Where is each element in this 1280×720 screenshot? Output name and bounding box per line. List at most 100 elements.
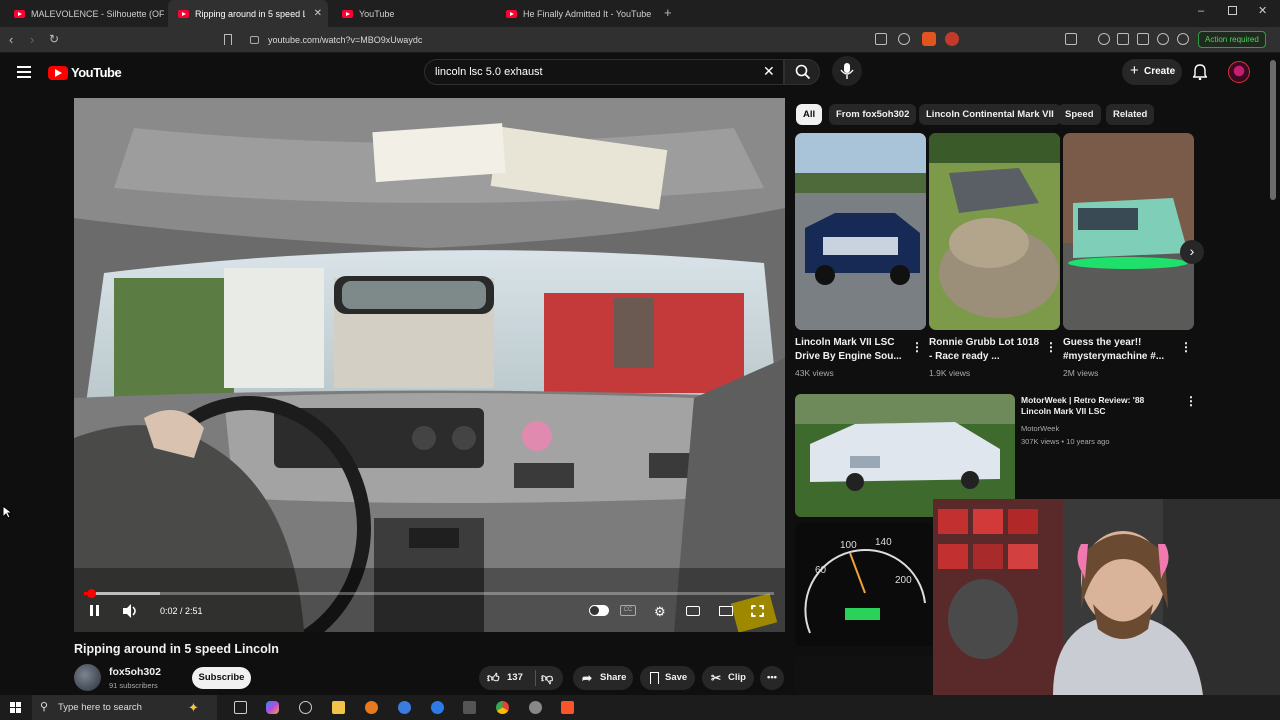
short-thumbnail-image	[795, 133, 926, 330]
browser-tab-active[interactable]: Ripping around in 5 speed Li ✕	[168, 0, 328, 27]
minimize-icon[interactable]: –	[1198, 5, 1204, 17]
app-icon[interactable]	[299, 701, 312, 714]
brave-rewards-icon[interactable]	[945, 32, 959, 46]
search-button[interactable]	[784, 59, 820, 85]
new-tab-icon[interactable]: +	[664, 5, 672, 20]
autoplay-toggle[interactable]	[589, 605, 609, 616]
back-icon[interactable]: ‹	[9, 32, 13, 47]
bookmark-icon[interactable]	[224, 34, 232, 45]
sparkle-icon: ✦	[188, 700, 199, 715]
youtube-logo-icon	[48, 65, 68, 80]
chrome-icon[interactable]	[496, 701, 509, 714]
app-icon[interactable]	[398, 701, 411, 714]
progress-bar[interactable]	[84, 592, 774, 595]
settings-gear-icon[interactable]	[529, 701, 542, 714]
youtube-logo[interactable]: YouTube	[48, 65, 122, 80]
volume-icon[interactable]	[122, 603, 138, 624]
copilot-icon[interactable]	[266, 701, 279, 714]
url-text: youtube.com/watch?v=MBO9xUwaydc	[268, 35, 423, 45]
chip-all[interactable]: All	[796, 104, 823, 125]
forward-icon[interactable]: ›	[30, 32, 34, 47]
channel-name[interactable]: fox5oh302	[109, 666, 161, 678]
taskbar-search-input[interactable]: ⚲ Type here to search ✦	[32, 695, 217, 720]
recommended-channel[interactable]: MotorWeek	[1021, 424, 1059, 433]
action-required-badge[interactable]: Action required	[1198, 31, 1266, 48]
browser-tab[interactable]: He Finally Admitted It - YouTube	[496, 0, 656, 27]
theater-mode-icon[interactable]	[719, 606, 733, 616]
more-actions-button[interactable]: •••	[760, 666, 784, 690]
webcam-image	[933, 499, 1280, 695]
save-bookmark-icon	[650, 672, 659, 684]
thumbs-down-icon[interactable]: 👎︎	[541, 666, 553, 690]
settings-gear-icon[interactable]: ⚙	[654, 604, 666, 620]
windows-start-icon[interactable]	[10, 702, 21, 713]
app-icon[interactable]	[431, 701, 444, 714]
like-count[interactable]: 137	[507, 666, 523, 690]
wallet-icon[interactable]	[1137, 33, 1149, 45]
chip-related[interactable]: Related	[1106, 104, 1155, 125]
page-scrollbar[interactable]	[1270, 60, 1276, 200]
close-tab-icon[interactable]: ✕	[314, 8, 322, 19]
recommended-thumbnail[interactable]	[795, 655, 935, 695]
browser-tab[interactable]: MALEVOLENCE - Silhouette (OFFICIA	[4, 0, 164, 27]
app-icon[interactable]	[463, 701, 476, 714]
extensions-icon[interactable]	[1157, 33, 1169, 45]
short-thumbnail[interactable]	[1063, 133, 1194, 330]
thumbs-up-icon[interactable]: 👍︎	[487, 666, 500, 690]
recommended-thumbnail[interactable]: 60 100 140 200	[795, 523, 935, 646]
save-button[interactable]: Save	[640, 666, 695, 690]
task-view-icon[interactable]	[234, 701, 247, 714]
share-page-icon[interactable]	[898, 33, 910, 45]
miniplayer-icon[interactable]	[686, 606, 700, 616]
video-title: Ripping around in 5 speed Lincoln	[74, 642, 279, 656]
chip-lincoln[interactable]: Lincoln Continental Mark VII	[919, 104, 1061, 125]
clear-search-icon[interactable]: ✕	[763, 63, 775, 80]
short-title[interactable]: Lincoln Mark VII LSC Drive By Engine Sou…	[795, 336, 910, 364]
media-icon[interactable]	[1098, 33, 1110, 45]
browser-toolbar: ‹ › ↻ youtube.com/watch?v=MBO9xUwaydc Ac…	[0, 27, 1280, 53]
vpn-shield-icon[interactable]	[1177, 33, 1189, 45]
scrubber-handle[interactable]	[87, 589, 96, 598]
clip-button[interactable]: ✂ Clip	[702, 666, 754, 690]
channel-avatar[interactable]	[74, 664, 101, 691]
cast-icon[interactable]	[875, 33, 887, 45]
menu-icon[interactable]	[17, 66, 31, 78]
account-avatar[interactable]	[1228, 61, 1250, 83]
pause-icon[interactable]	[89, 604, 101, 618]
chevron-right-icon[interactable]: ›	[1180, 240, 1204, 264]
share-button[interactable]: ➦ Share	[573, 666, 633, 690]
captions-icon[interactable]: CC	[620, 605, 636, 616]
search-input[interactable]: lincoln lsc 5.0 exhaust	[424, 59, 784, 85]
app-icon[interactable]	[365, 701, 378, 714]
short-thumbnail[interactable]	[795, 133, 926, 330]
short-thumbnail[interactable]	[929, 133, 1060, 330]
voice-search-button[interactable]	[832, 56, 862, 86]
sidebar-toggle-icon[interactable]	[1065, 33, 1077, 45]
more-vertical-icon[interactable]: ⋮	[1045, 340, 1057, 354]
chip-from-channel[interactable]: From fox5oh302	[829, 104, 917, 125]
browser-tab[interactable]: YouTube	[332, 0, 492, 27]
short-title[interactable]: Guess the year!! #mysterymachine #...	[1063, 336, 1178, 364]
youtube-header: YouTube lincoln lsc 5.0 exhaust ✕ Create	[0, 53, 1280, 93]
reload-icon[interactable]: ↻	[49, 32, 59, 46]
notifications-bell-icon[interactable]	[1193, 64, 1207, 80]
window-close-icon[interactable]: ✕	[1258, 4, 1267, 17]
share-label: Share	[600, 672, 627, 683]
more-vertical-icon[interactable]: ⋮	[1185, 394, 1197, 408]
brave-browser-icon[interactable]	[561, 701, 574, 714]
video-player[interactable]: CC ⚙	[74, 98, 785, 632]
short-title[interactable]: Ronnie Grubb Lot 1018 - Race ready ...	[929, 336, 1044, 364]
maximize-icon[interactable]	[1228, 6, 1237, 15]
url-field[interactable]: youtube.com/watch?v=MBO9xUwaydc	[244, 31, 974, 49]
recommended-title[interactable]: MotorWeek | Retro Review: '88 Lincoln Ma…	[1021, 395, 1171, 417]
subscribe-button[interactable]: Subscribe	[192, 667, 251, 689]
file-explorer-icon[interactable]	[332, 701, 345, 714]
chip-speed[interactable]: Speed	[1058, 104, 1101, 125]
brave-shield-icon[interactable]	[922, 32, 936, 46]
more-vertical-icon[interactable]: ⋮	[1180, 340, 1192, 354]
reader-icon[interactable]	[1117, 33, 1129, 45]
more-vertical-icon[interactable]: ⋮	[911, 340, 923, 354]
recommended-meta: 307K views • 10 years ago	[1021, 437, 1110, 446]
create-button[interactable]: Create	[1122, 58, 1182, 85]
site-info-icon[interactable]	[250, 36, 259, 44]
